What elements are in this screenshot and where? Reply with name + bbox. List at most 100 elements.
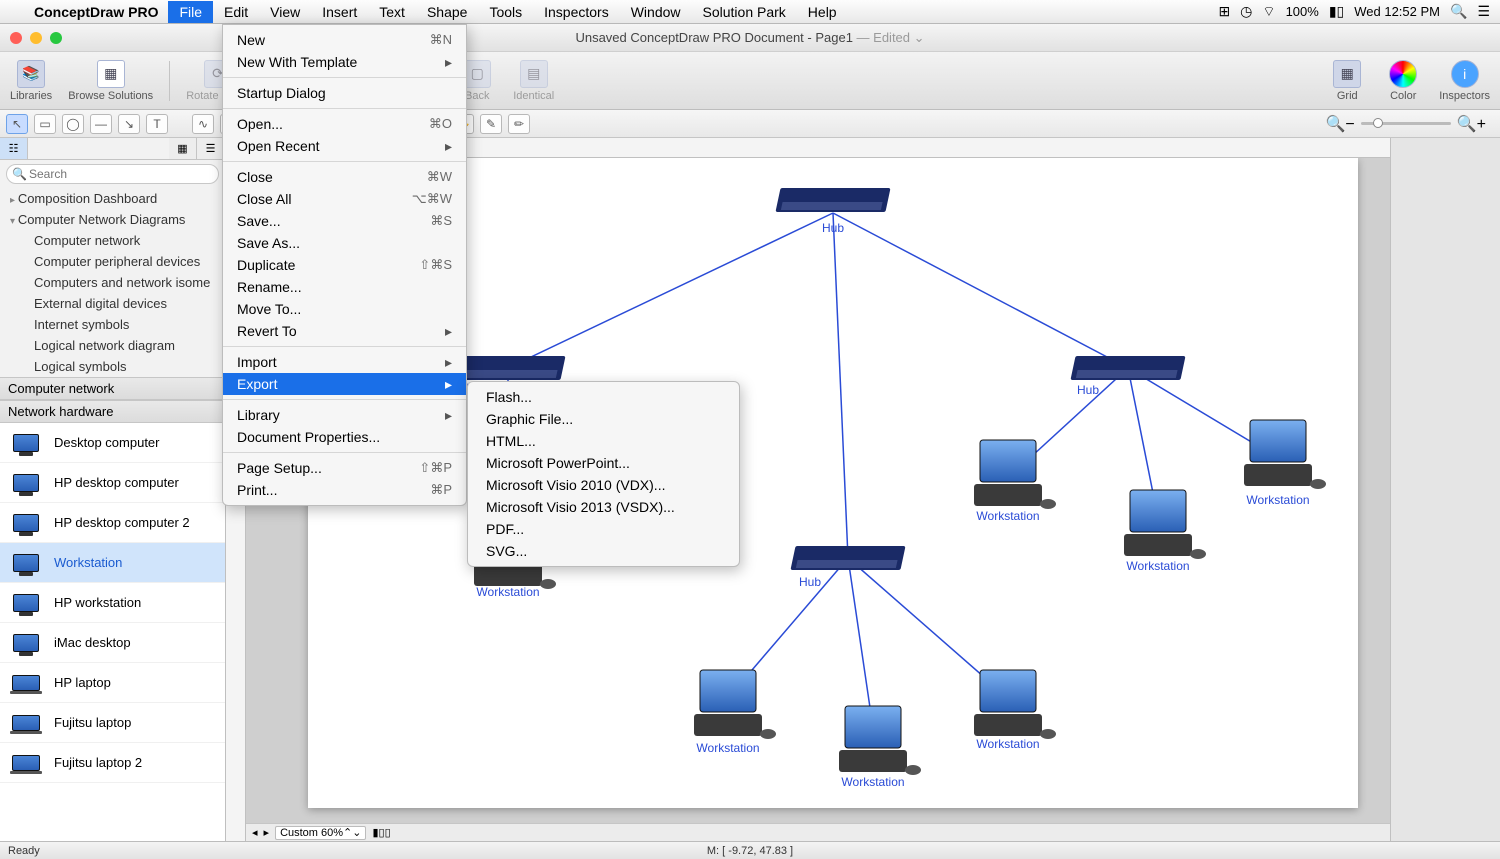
- hub-bottom[interactable]: [790, 546, 905, 570]
- file-menu-item[interactable]: Library▸: [223, 404, 466, 426]
- workstation-5[interactable]: [694, 670, 776, 739]
- menu-solution-park[interactable]: Solution Park: [692, 1, 797, 23]
- file-menu-item[interactable]: New⌘N: [223, 29, 466, 51]
- export-submenu-item[interactable]: SVG...: [468, 540, 739, 562]
- tree-leaf[interactable]: Computer network: [0, 230, 225, 251]
- menu-help[interactable]: Help: [797, 1, 848, 23]
- menu-shape[interactable]: Shape: [416, 1, 478, 23]
- menu-insert[interactable]: Insert: [311, 1, 368, 23]
- sidebar-tab-tree[interactable]: ☷: [0, 138, 28, 159]
- dashboard-icon[interactable]: ⊞: [1218, 3, 1230, 20]
- file-menu-item[interactable]: Close⌘W: [223, 166, 466, 188]
- workstation-7[interactable]: [974, 670, 1056, 739]
- menu-text[interactable]: Text: [368, 1, 416, 23]
- export-submenu-item[interactable]: Microsoft Visio 2010 (VDX)...: [468, 474, 739, 496]
- workstation-3[interactable]: [1124, 490, 1206, 559]
- right-panel-collapsed[interactable]: [1390, 138, 1500, 841]
- zoom-in-icon[interactable]: 🔍+: [1457, 114, 1486, 134]
- library-item[interactable]: Workstation: [0, 543, 225, 583]
- library-header-network-hardware[interactable]: Network hardware: [0, 400, 225, 423]
- tree-composition-dashboard[interactable]: Composition Dashboard: [0, 188, 225, 209]
- tree-computer-network-diagrams[interactable]: Computer Network Diagrams: [0, 209, 225, 230]
- tree-leaf[interactable]: Logical network diagram: [0, 335, 225, 356]
- file-menu-item[interactable]: Open...⌘O: [223, 113, 466, 135]
- menu-inspectors[interactable]: Inspectors: [533, 1, 620, 23]
- eyedropper-tool[interactable]: ✎: [480, 114, 502, 134]
- library-item[interactable]: HP laptop: [0, 663, 225, 703]
- rect-tool[interactable]: ▭: [34, 114, 56, 134]
- ellipse-tool[interactable]: ◯: [62, 114, 84, 134]
- minimize-window-button[interactable]: [30, 32, 42, 44]
- tree-leaf[interactable]: Internet symbols: [0, 314, 225, 335]
- workstation-2[interactable]: [974, 440, 1056, 509]
- file-menu-item[interactable]: Close All⌥⌘W: [223, 188, 466, 210]
- file-menu-item[interactable]: New With Template▸: [223, 51, 466, 73]
- file-menu-item[interactable]: Open Recent▸: [223, 135, 466, 157]
- sidebar-tab-list[interactable]: ☰: [197, 138, 225, 159]
- browse-solutions-button[interactable]: ▦Browse Solutions: [68, 60, 153, 102]
- identical-button[interactable]: ▤Identical: [513, 60, 554, 102]
- export-submenu-item[interactable]: HTML...: [468, 430, 739, 452]
- clock-icon[interactable]: ◷: [1240, 3, 1252, 20]
- menu-tools[interactable]: Tools: [478, 1, 533, 23]
- hub-top[interactable]: [775, 188, 890, 212]
- file-menu-item[interactable]: Startup Dialog: [223, 82, 466, 104]
- file-menu-item[interactable]: Page Setup...⇧⌘P: [223, 457, 466, 479]
- library-item[interactable]: Fujitsu laptop: [0, 703, 225, 743]
- library-item[interactable]: Desktop computer: [0, 423, 225, 463]
- page-next-button[interactable]: ▸: [264, 826, 270, 839]
- menu-edit[interactable]: Edit: [213, 1, 259, 23]
- export-submenu-item[interactable]: Graphic File...: [468, 408, 739, 430]
- menu-file[interactable]: File: [168, 1, 213, 23]
- app-name[interactable]: ConceptDraw PRO: [24, 4, 168, 20]
- tree-leaf[interactable]: Computers and network isome: [0, 272, 225, 293]
- file-menu-item[interactable]: Rename...: [223, 276, 466, 298]
- file-menu-item[interactable]: Print...⌘P: [223, 479, 466, 501]
- wifi-icon[interactable]: ⌔: [1262, 3, 1275, 21]
- export-submenu-item[interactable]: Flash...: [468, 386, 739, 408]
- workstation-4[interactable]: [1244, 420, 1326, 489]
- workstation-6[interactable]: [839, 706, 921, 775]
- library-item[interactable]: HP desktop computer: [0, 463, 225, 503]
- file-menu-item[interactable]: Save...⌘S: [223, 210, 466, 232]
- sidebar-search-input[interactable]: [6, 164, 219, 184]
- hub-right[interactable]: [1070, 356, 1185, 380]
- connector-tool[interactable]: ↘: [118, 114, 140, 134]
- close-window-button[interactable]: [10, 32, 22, 44]
- battery-icon[interactable]: ▮▯: [1329, 3, 1344, 20]
- library-item[interactable]: iMac desktop: [0, 623, 225, 663]
- libraries-button[interactable]: 📚Libraries: [10, 60, 52, 102]
- library-item[interactable]: HP desktop computer 2: [0, 503, 225, 543]
- export-submenu-item[interactable]: Microsoft PowerPoint...: [468, 452, 739, 474]
- tree-leaf[interactable]: External digital devices: [0, 293, 225, 314]
- file-menu-item[interactable]: Revert To▸: [223, 320, 466, 342]
- file-menu-item[interactable]: Duplicate⇧⌘S: [223, 254, 466, 276]
- hub-left[interactable]: [450, 356, 565, 380]
- export-submenu-item[interactable]: Microsoft Visio 2013 (VSDX)...: [468, 496, 739, 518]
- zoom-level-select[interactable]: Custom 60% ⌃⌄: [275, 826, 366, 840]
- tree-leaf[interactable]: Computer peripheral devices: [0, 251, 225, 272]
- file-menu-item[interactable]: Import▸: [223, 351, 466, 373]
- inspectors-button[interactable]: iInspectors: [1439, 60, 1490, 102]
- zoom-out-icon[interactable]: 🔍−: [1325, 114, 1354, 134]
- zoom-slider[interactable]: 🔍− 🔍+: [1317, 114, 1494, 134]
- page-prev-button[interactable]: ◂: [252, 826, 258, 839]
- menu-window[interactable]: Window: [620, 1, 692, 23]
- menubar-time[interactable]: Wed 12:52 PM: [1354, 4, 1440, 19]
- tree-leaf[interactable]: Logical symbols: [0, 356, 225, 377]
- select-tool[interactable]: ↖: [6, 114, 28, 134]
- export-submenu-item[interactable]: PDF...: [468, 518, 739, 540]
- format-painter-tool[interactable]: ✏: [508, 114, 530, 134]
- line-tool[interactable]: ―: [90, 114, 112, 134]
- file-menu-item[interactable]: Document Properties...: [223, 426, 466, 448]
- sidebar-tab-grid[interactable]: ▦: [169, 138, 197, 159]
- menu-icon[interactable]: ☰: [1477, 3, 1490, 20]
- file-menu-item[interactable]: Export▸: [223, 373, 466, 395]
- curve-tool[interactable]: ∿: [192, 114, 214, 134]
- menu-view[interactable]: View: [259, 1, 311, 23]
- library-item[interactable]: Fujitsu laptop 2: [0, 743, 225, 783]
- library-item[interactable]: HP workstation: [0, 583, 225, 623]
- color-button[interactable]: Color: [1383, 60, 1423, 102]
- text-tool[interactable]: T: [146, 114, 168, 134]
- file-menu-item[interactable]: Move To...: [223, 298, 466, 320]
